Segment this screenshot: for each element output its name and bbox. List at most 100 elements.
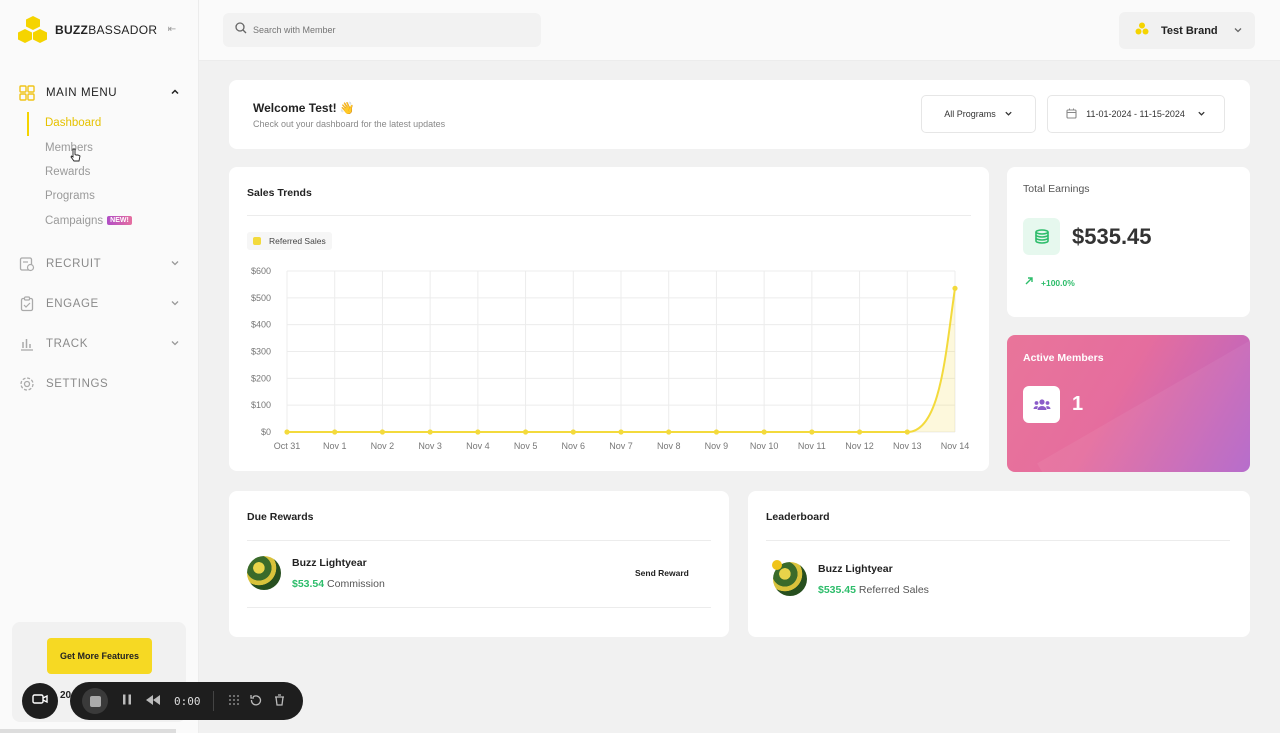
sales-trends-card: Sales Trends Referred Sales $0 $100 $200 $3… [229, 167, 989, 471]
legend-swatch [253, 237, 261, 245]
sidebar-item-dashboard[interactable]: Dashboard [45, 117, 101, 129]
trend-up-icon [1025, 277, 1033, 287]
brand-name: Test Brand [1161, 24, 1218, 37]
honeycomb-logo-icon [18, 16, 50, 44]
y-tick-label: $600 [251, 266, 271, 276]
nav-recruit[interactable]: RECRUIT [18, 255, 180, 273]
member-name[interactable]: Buzz Lightyear [292, 557, 367, 569]
data-point [475, 429, 481, 435]
total-earnings-card: Total Earnings $535.45 +100.0% [1007, 167, 1250, 317]
nav-engage-label: ENGAGE [46, 298, 99, 310]
divider [766, 540, 1230, 541]
sidebar-item-members[interactable]: Members [45, 142, 93, 154]
x-tick-label: Nov 7 [609, 441, 633, 451]
welcome-subtitle: Check out your dashboard for the latest … [253, 119, 446, 129]
active-members-card: Active Members 1 [1007, 335, 1250, 472]
leaderboard-title: Leaderboard [766, 511, 830, 523]
active-members-count: 1 [1072, 393, 1084, 415]
nav-recruit-label: RECRUIT [46, 258, 102, 270]
restart-icon[interactable] [249, 694, 262, 709]
data-point [332, 429, 338, 435]
sidebar-scrollbar[interactable] [0, 729, 176, 733]
welcome-card: Welcome Test! 👋 Check out your dashboard… [229, 80, 1250, 149]
y-tick-label: $300 [251, 347, 271, 357]
data-point [761, 429, 767, 435]
data-point [284, 429, 290, 435]
chevron-down-icon [1197, 109, 1206, 120]
total-earnings-amount: $535.45 [1072, 224, 1152, 249]
top-bar: Test Brand [199, 0, 1280, 61]
commission-label: Commission [327, 578, 385, 590]
sales-trends-chart: $0 $100 $200 $300 $400 $500 $600 Oct 31 Nov 1 Nov… [251, 266, 969, 451]
x-tick-label: Nov 13 [893, 441, 922, 451]
divider [247, 607, 711, 608]
search-icon [235, 21, 247, 39]
toolbar-divider [212, 691, 214, 711]
bar-chart-icon [18, 335, 36, 353]
total-earnings-title: Total Earnings [1023, 183, 1090, 195]
y-tick-label: $500 [251, 293, 271, 303]
chevron-down-icon [1233, 25, 1243, 37]
new-badge: NEW! [107, 216, 132, 226]
x-tick-label: Nov 10 [750, 441, 779, 451]
sidebar: BUZZBASSADOR ⇤ MAIN MENU Dashboard Membe… [0, 0, 199, 733]
x-tick-label: Nov 5 [514, 441, 538, 451]
sales-trends-title: Sales Trends [247, 187, 312, 199]
drag-handle-icon[interactable] [228, 694, 240, 709]
data-point [952, 285, 958, 291]
search-input[interactable] [253, 25, 513, 35]
x-tick-label: Nov 9 [705, 441, 729, 451]
programs-filter[interactable]: All Programs [921, 95, 1036, 133]
pause-icon[interactable] [122, 694, 132, 708]
collapse-sidebar-icon[interactable]: ⇤ [165, 22, 179, 36]
date-range-picker[interactable]: 11-01-2024 - 11-15-2024 [1047, 95, 1225, 133]
data-point [713, 429, 720, 435]
sidebar-item-programs[interactable]: Programs [45, 190, 95, 202]
nav-main-menu[interactable]: MAIN MENU [18, 84, 180, 102]
leaderboard-card: Leaderboard Buzz Lightyear $535.45 Refer… [748, 491, 1250, 637]
first-place-medal-icon [772, 560, 782, 570]
send-reward-button[interactable]: Send Reward [635, 568, 689, 578]
x-tick-label: Oct 31 [274, 441, 301, 451]
referred-sales-value: $535.45 [818, 584, 856, 596]
referred-sales-line: $535.45 Referred Sales [818, 584, 929, 596]
data-point [666, 429, 672, 435]
brand-logo[interactable]: BUZZBASSADOR [18, 16, 157, 44]
camera-toggle[interactable] [22, 683, 58, 719]
nav-settings[interactable]: SETTINGS [18, 375, 180, 393]
data-point [809, 429, 815, 435]
get-more-features-button[interactable]: Get More Features [47, 638, 152, 674]
data-point [379, 429, 386, 435]
nav-engage[interactable]: ENGAGE [18, 295, 180, 313]
chevron-up-icon [170, 87, 180, 100]
x-tick-label: Nov 12 [845, 441, 874, 451]
x-tick-label: Nov 3 [418, 441, 442, 451]
brand-avatar-icon [1135, 22, 1149, 40]
calendar-icon [1066, 108, 1077, 121]
active-indicator [27, 112, 29, 136]
legend-label: Referred Sales [269, 236, 326, 246]
trash-icon[interactable] [274, 693, 285, 709]
x-tick-label: Nov 6 [562, 441, 586, 451]
stop-icon [89, 695, 101, 707]
divider [247, 540, 711, 541]
nav-settings-label: SETTINGS [46, 378, 109, 390]
sidebar-item-rewards[interactable]: Rewards [45, 166, 90, 178]
data-point [570, 429, 576, 435]
leader-name[interactable]: Buzz Lightyear [818, 563, 893, 575]
x-tick-label: Nov 11 [798, 441, 826, 451]
chart-legend[interactable]: Referred Sales [247, 232, 332, 250]
nav-main-menu-label: MAIN MENU [46, 87, 118, 99]
nav-track[interactable]: TRACK [18, 335, 180, 353]
users-icon [1023, 386, 1060, 423]
search-box[interactable] [223, 13, 541, 47]
chevron-down-icon [170, 258, 180, 271]
cursor-icon [70, 148, 82, 167]
stop-recording-button[interactable] [82, 688, 108, 714]
avatar[interactable] [247, 556, 281, 590]
data-point [618, 429, 624, 435]
sidebar-item-campaigns[interactable]: Campaigns NEW! [45, 215, 132, 227]
campaigns-label: Campaigns [45, 215, 104, 227]
account-switcher[interactable]: Test Brand [1119, 12, 1255, 49]
rewind-icon[interactable] [146, 694, 160, 708]
